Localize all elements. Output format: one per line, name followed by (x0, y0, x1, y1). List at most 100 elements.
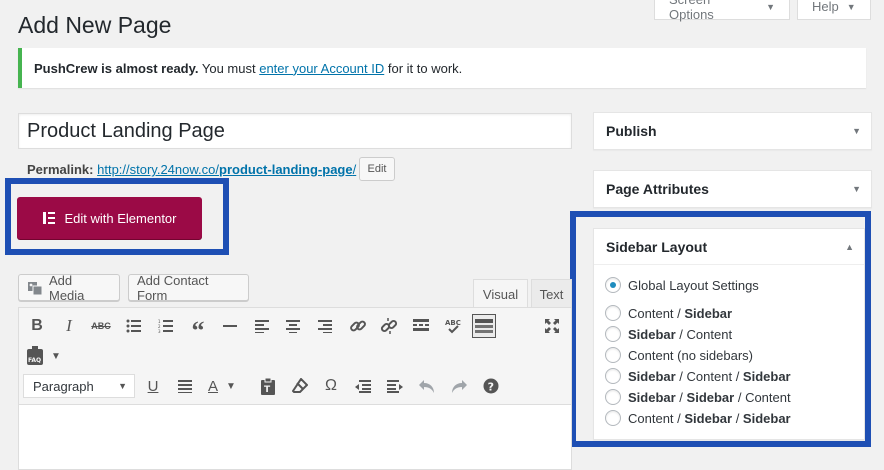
strikethrough-icon[interactable]: ABC (89, 314, 113, 338)
add-media-label: Add Media (49, 272, 85, 303)
permalink-base: http://story.24now.co/ (97, 162, 219, 177)
bulleted-list-icon[interactable] (122, 314, 146, 338)
notice-strong-text: PushCrew is almost ready. (34, 60, 199, 76)
page-title: Add New Page (18, 12, 172, 38)
fullscreen-icon[interactable] (540, 314, 564, 338)
permalink-suffix: / (352, 162, 357, 177)
caret-down-icon: ▼ (51, 350, 61, 362)
italic-icon[interactable]: I (57, 314, 81, 338)
sidebar-layout-option[interactable]: Sidebar / Sidebar / Content (605, 389, 791, 405)
radio-button[interactable] (605, 410, 621, 426)
tab-text[interactable]: Text (531, 279, 572, 308)
justify-icon[interactable] (173, 374, 197, 398)
radio-label-part: / (732, 410, 743, 426)
page-attributes-title: Page Attributes (606, 181, 709, 197)
radio-label-part: Content (686, 368, 733, 384)
radio-label-part: Global Layout Settings (628, 277, 759, 293)
radio-label: Content (no sidebars) (628, 348, 753, 363)
caret-down-icon: ▼ (226, 380, 236, 392)
numbered-list-icon[interactable]: 123 (154, 314, 178, 338)
radio-label-part: / (675, 368, 687, 384)
insert-link-icon[interactable] (346, 314, 370, 338)
screen-options-label: Screen Options (669, 0, 714, 22)
radio-label: Sidebar / Content / Sidebar (628, 369, 791, 384)
radio-label-part: / (675, 389, 687, 405)
add-contact-form-button[interactable]: Add Contact Form (128, 273, 249, 303)
align-center-icon[interactable] (281, 314, 305, 338)
sidebar-layout-option[interactable]: Content / Sidebar / Sidebar (605, 410, 791, 426)
sidebar-layout-option[interactable]: Sidebar / Content / Sidebar (605, 368, 791, 384)
account-id-link[interactable]: enter your Account ID (259, 61, 384, 76)
add-media-button[interactable]: Add Media (18, 272, 120, 303)
svg-text:T: T (264, 385, 271, 395)
page-title-input[interactable]: Product Landing Page (18, 113, 572, 149)
remove-link-icon[interactable] (377, 314, 401, 338)
screen-options-button[interactable]: Screen Options ▼ (654, 0, 790, 22)
elementor-button-label: Edit with Elementor (64, 210, 177, 226)
radio-button[interactable] (605, 347, 621, 363)
page-attributes-box[interactable]: Page Attributes ▼ (593, 170, 872, 208)
radio-button[interactable] (605, 277, 621, 293)
notice-text-end: for it to work. (384, 60, 463, 76)
radio-label-part: Content (686, 326, 733, 342)
indent-icon[interactable] (383, 374, 407, 398)
permalink: Permalink: http://story.24now.co/product… (27, 162, 356, 177)
read-more-icon[interactable] (409, 314, 433, 338)
editor-content-area[interactable] (18, 404, 572, 470)
radio-button[interactable] (605, 368, 621, 384)
sidebar-layout-option[interactable]: Content / Sidebar (605, 305, 732, 321)
text-color-icon[interactable]: A ▼ (204, 374, 244, 398)
publish-title: Publish (606, 123, 657, 139)
permalink-edit-button[interactable]: Edit (359, 157, 395, 181)
radio-button[interactable] (605, 326, 621, 342)
pushcrew-notice: PushCrew is almost ready. You must enter… (18, 48, 866, 88)
horizontal-line-icon[interactable] (218, 314, 242, 338)
radio-label-part: Sidebar (742, 368, 791, 384)
outdent-icon[interactable] (351, 374, 375, 398)
radio-label-part: / (734, 389, 746, 405)
radio-label-part: Sidebar (686, 389, 735, 405)
radio-label: Content / Sidebar (628, 306, 732, 321)
radio-label-part: Content (no sidebars) (628, 347, 754, 363)
help-button[interactable]: Help ▼ (797, 0, 871, 20)
blockquote-icon[interactable]: “ (186, 314, 210, 345)
toolbar-toggle-icon[interactable] (472, 314, 496, 338)
caret-down-icon[interactable]: ▼ (852, 184, 861, 194)
caret-down-icon: ▼ (118, 381, 127, 391)
undo-icon[interactable] (415, 374, 439, 398)
radio-label-part: / (675, 326, 687, 342)
sidebar-layout-option[interactable]: Sidebar / Content (605, 326, 732, 342)
special-character-icon[interactable]: Ω (319, 374, 343, 398)
caret-down-icon[interactable]: ▼ (852, 126, 861, 136)
svg-text:3: 3 (158, 329, 161, 333)
faq-icon[interactable]: FAQ ▼ (25, 344, 65, 368)
radio-label: Global Layout Settings (628, 278, 759, 293)
caret-up-icon[interactable]: ▲ (845, 242, 854, 252)
format-select[interactable]: Paragraph ▼ (23, 374, 135, 398)
add-media-icon (27, 280, 43, 296)
sidebar-layout-option[interactable]: Content (no sidebars) (605, 347, 753, 363)
underline-icon[interactable]: U (141, 374, 165, 398)
sidebar-layout-option[interactable]: Global Layout Settings (605, 277, 759, 293)
radio-label-part: Sidebar (684, 410, 733, 426)
radio-label-part: Sidebar (628, 326, 676, 342)
notice-text: You must (198, 60, 260, 76)
spellcheck-icon[interactable]: ABC (441, 314, 465, 338)
radio-label: Sidebar / Content (628, 327, 732, 342)
align-left-icon[interactable] (250, 314, 274, 338)
tab-visual[interactable]: Visual (473, 279, 528, 308)
redo-icon[interactable] (447, 374, 471, 398)
edit-with-elementor-button[interactable]: Edit with Elementor (17, 197, 202, 239)
radio-button[interactable] (605, 389, 621, 405)
radio-label: Sidebar / Sidebar / Content (628, 390, 791, 405)
bold-icon[interactable]: B (25, 314, 49, 338)
help-icon[interactable]: ? (479, 374, 503, 398)
radio-button[interactable] (605, 305, 621, 321)
svg-text:?: ? (488, 381, 494, 394)
permalink-link[interactable]: http://story.24now.co/product-landing-pa… (97, 162, 356, 177)
align-right-icon[interactable] (313, 314, 337, 338)
radio-label-part: Sidebar (628, 368, 676, 384)
clear-formatting-icon[interactable] (288, 374, 312, 398)
paste-text-icon[interactable]: T (256, 374, 280, 398)
publish-box[interactable]: Publish ▼ (593, 112, 872, 150)
